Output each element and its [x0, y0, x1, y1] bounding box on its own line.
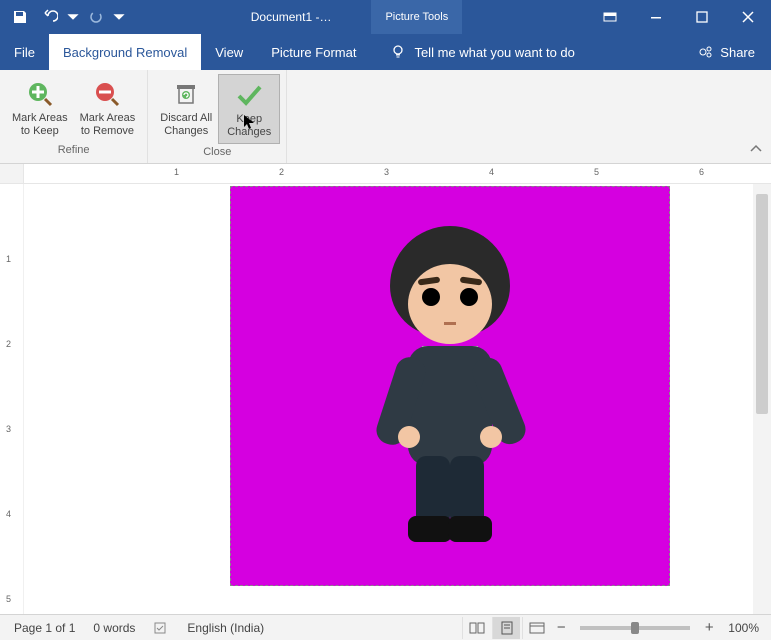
page [90, 186, 688, 606]
collapse-ribbon-button[interactable] [749, 141, 763, 159]
keep-changes-icon [235, 81, 263, 109]
tab-view[interactable]: View [201, 34, 257, 70]
close-group-label: Close [203, 146, 231, 160]
mark-areas-to-remove-button[interactable]: Mark Areas to Remove [74, 74, 142, 142]
read-mode-icon [469, 622, 485, 634]
zoom-slider[interactable] [580, 626, 690, 630]
language-indicator[interactable]: English (India) [187, 621, 264, 635]
discard-label: Discard All Changes [160, 112, 212, 138]
tell-me-search[interactable]: Tell me what you want to do [390, 44, 682, 60]
qat-customize[interactable] [112, 3, 126, 31]
zoom-slider-thumb[interactable] [631, 622, 639, 634]
zoom-in-button[interactable]: + [700, 619, 718, 636]
ruler-mark: 6 [699, 167, 704, 177]
cursor-icon [244, 115, 256, 131]
selected-image[interactable] [230, 186, 670, 586]
ruler-mark: 1 [174, 167, 179, 177]
title-bar: Document1 -… Picture Tools [0, 0, 771, 34]
ruler-mark: 1 [6, 254, 11, 264]
maximize-button[interactable] [679, 0, 725, 34]
minimize-icon [649, 10, 663, 24]
ribbon-options-icon [603, 10, 617, 24]
vertical-ruler[interactable]: 1 2 3 4 5 [0, 184, 24, 614]
close-icon [742, 11, 754, 23]
undo-dropdown[interactable] [66, 3, 80, 31]
ribbon-tab-strip: File Background Removal View Picture For… [0, 34, 771, 70]
keep-changes-button[interactable]: Keep Changes [218, 74, 280, 144]
share-button[interactable]: Share [682, 44, 771, 60]
ribbon-group-close: Discard All Changes Keep Changes Close [148, 70, 287, 163]
zoom-out-button[interactable]: − [552, 619, 570, 636]
print-layout-icon [500, 621, 514, 635]
lightbulb-icon [390, 44, 406, 60]
undo-icon [42, 9, 58, 25]
discard-icon [173, 81, 199, 107]
ruler-mark: 4 [489, 167, 494, 177]
figure-content [350, 216, 550, 556]
ribbon-display-options[interactable] [587, 0, 633, 34]
context-tab-picture-tools[interactable]: Picture Tools [371, 0, 462, 34]
mark-areas-to-keep-button[interactable]: Mark Areas to Keep [6, 74, 74, 142]
chevron-up-icon [749, 144, 763, 154]
mark-remove-label: Mark Areas to Remove [80, 112, 136, 138]
chevron-down-icon [66, 9, 80, 25]
discard-all-changes-button[interactable]: Discard All Changes [154, 74, 218, 144]
ruler-mark: 3 [6, 424, 11, 434]
ruler-mark: 3 [384, 167, 389, 177]
share-label: Share [720, 45, 755, 60]
refine-group-label: Refine [58, 144, 90, 158]
read-mode-button[interactable] [462, 617, 490, 639]
spellcheck-icon[interactable] [153, 620, 169, 636]
tell-me-label: Tell me what you want to do [414, 45, 574, 60]
print-layout-button[interactable] [492, 617, 520, 639]
scrollbar-thumb[interactable] [756, 194, 768, 414]
tab-picture-format[interactable]: Picture Format [257, 34, 370, 70]
web-layout-button[interactable] [522, 617, 550, 639]
mark-keep-label: Mark Areas to Keep [12, 112, 68, 138]
quick-access-toolbar [0, 3, 126, 31]
zoom-level[interactable]: 100% [728, 621, 759, 635]
document-title: Document1 -… [251, 10, 332, 24]
maximize-icon [696, 11, 708, 23]
ruler-corner [0, 164, 24, 183]
ruler-mark: 2 [6, 339, 11, 349]
ruler-mark: 2 [279, 167, 284, 177]
page-canvas[interactable] [24, 184, 753, 614]
page-indicator[interactable]: Page 1 of 1 [14, 621, 75, 635]
chevron-down-icon [112, 9, 126, 25]
ruler-mark: 4 [6, 509, 11, 519]
web-layout-icon [529, 622, 545, 634]
status-bar: Page 1 of 1 0 words English (India) − + … [0, 614, 771, 640]
minimize-button[interactable] [633, 0, 679, 34]
word-count[interactable]: 0 words [93, 621, 135, 635]
save-icon [12, 9, 28, 25]
ruler-mark: 5 [6, 594, 11, 604]
ribbon: Mark Areas to Keep Mark Areas to Remove … [0, 70, 771, 164]
horizontal-ruler[interactable]: 1 2 3 4 5 6 [0, 164, 771, 184]
save-button[interactable] [6, 3, 34, 31]
mark-remove-icon [93, 80, 121, 108]
vertical-scrollbar[interactable] [753, 184, 771, 614]
close-button[interactable] [725, 0, 771, 34]
undo-button[interactable] [36, 3, 64, 31]
redo-icon [88, 9, 104, 25]
mark-keep-icon [26, 80, 54, 108]
tab-file[interactable]: File [0, 34, 49, 70]
ribbon-group-refine: Mark Areas to Keep Mark Areas to Remove … [0, 70, 148, 163]
ruler-mark: 5 [594, 167, 599, 177]
redo-button[interactable] [82, 3, 110, 31]
document-area: 1 2 3 4 5 [0, 184, 771, 614]
tab-background-removal[interactable]: Background Removal [49, 34, 201, 70]
share-icon [698, 44, 714, 60]
